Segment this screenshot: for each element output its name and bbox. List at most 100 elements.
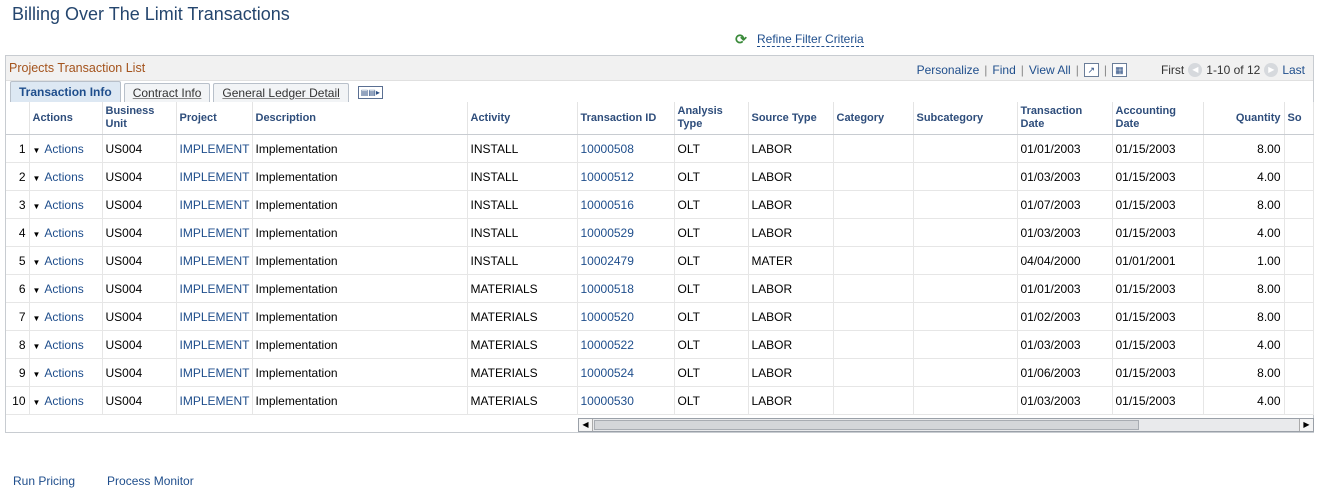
project-link[interactable]: IMPLEMENT [176,162,253,191]
row-actions-menu-text[interactable]: Actions [44,198,83,212]
row-actions-menu-text[interactable]: Actions [44,394,83,408]
row-actions-menu-text[interactable]: Actions [44,142,83,156]
run-pricing-link[interactable]: Run Pricing [13,474,75,488]
project-link-text[interactable]: IMPLEMENT [180,394,250,408]
transaction-id-link[interactable]: 10000512 [577,162,675,191]
scroll-right-icon[interactable]: ▶ [1299,419,1313,431]
process-monitor-link[interactable]: Process Monitor [107,474,194,488]
dropdown-caret-icon[interactable]: ▼ [33,258,41,267]
transaction-id-link-text[interactable]: 10000529 [581,226,634,240]
row-actions-menu-text[interactable]: Actions [44,282,83,296]
row-actions-menu[interactable]: ▼ Actions [29,134,103,163]
new-window-icon[interactable]: ↗ [1083,63,1099,77]
dropdown-caret-icon[interactable]: ▼ [33,286,41,295]
dropdown-caret-icon[interactable]: ▼ [33,174,41,183]
col-header-accounting-date[interactable]: Accounting Date [1112,102,1204,135]
dropdown-caret-icon[interactable]: ▼ [33,230,41,239]
row-actions-menu[interactable]: ▼ Actions [29,218,103,247]
transaction-id-link[interactable]: 10000522 [577,330,675,359]
col-header-transaction-id[interactable]: Transaction ID [577,102,675,135]
row-actions-menu[interactable]: ▼ Actions [29,330,103,359]
last-link[interactable]: Last [1282,63,1305,77]
project-link-text[interactable]: IMPLEMENT [180,198,250,212]
col-header-category[interactable]: Category [833,102,914,135]
tab-transaction-info[interactable]: Transaction Info [10,81,121,102]
project-link-text[interactable]: IMPLEMENT [180,226,250,240]
col-header-activity[interactable]: Activity [467,102,578,135]
tab-contract-info[interactable]: Contract Info [123,83,211,102]
row-actions-menu[interactable]: ▼ Actions [29,190,103,219]
row-actions-menu[interactable]: ▼ Actions [29,358,103,387]
project-link[interactable]: IMPLEMENT [176,330,253,359]
find-link[interactable]: Find [992,63,1015,77]
dropdown-caret-icon[interactable]: ▼ [33,342,41,351]
refine-filter-link[interactable]: Refine Filter Criteria [757,32,864,47]
dropdown-caret-icon[interactable]: ▼ [33,370,41,379]
dropdown-caret-icon[interactable]: ▼ [33,398,41,407]
row-actions-menu-text[interactable]: Actions [44,338,83,352]
project-link-text[interactable]: IMPLEMENT [180,366,250,380]
horizontal-scrollbar[interactable]: ◀ ▶ [578,418,1314,432]
transaction-id-link-text[interactable]: 10000530 [581,394,634,408]
prev-icon[interactable]: ◀ [1188,63,1203,77]
transaction-id-link-text[interactable]: 10000522 [581,338,634,352]
project-link-text[interactable]: IMPLEMENT [180,254,250,268]
row-actions-menu-text[interactable]: Actions [44,226,83,240]
col-header-source-type[interactable]: Source Type [748,102,834,135]
row-actions-menu-text[interactable]: Actions [44,366,83,380]
personalize-link[interactable]: Personalize [917,63,980,77]
col-header-description[interactable]: Description [252,102,468,135]
transaction-id-link-text[interactable]: 10000524 [581,366,634,380]
transaction-id-link[interactable]: 10000518 [577,274,675,303]
col-header-business-unit[interactable]: Business Unit [102,102,177,135]
project-link-text[interactable]: IMPLEMENT [180,170,250,184]
col-header-transaction-date[interactable]: Transaction Date [1017,102,1113,135]
transaction-id-link-text[interactable]: 10000520 [581,310,634,324]
transaction-id-link-text[interactable]: 10000512 [581,170,634,184]
row-actions-menu[interactable]: ▼ Actions [29,246,103,275]
transaction-id-link-text[interactable]: 10000516 [581,198,634,212]
project-link[interactable]: IMPLEMENT [176,134,253,163]
transaction-id-link[interactable]: 10000524 [577,358,675,387]
project-link-text[interactable]: IMPLEMENT [180,142,250,156]
project-link-text[interactable]: IMPLEMENT [180,282,250,296]
row-actions-menu-text[interactable]: Actions [44,170,83,184]
col-header-quantity[interactable]: Quantity [1203,102,1285,135]
transaction-id-link[interactable]: 10002479 [577,246,675,275]
dropdown-caret-icon[interactable]: ▼ [33,202,41,211]
row-actions-menu[interactable]: ▼ Actions [29,274,103,303]
row-actions-menu-text[interactable]: Actions [44,310,83,324]
project-link[interactable]: IMPLEMENT [176,358,253,387]
view-all-link[interactable]: View All [1029,63,1071,77]
transaction-id-link-text[interactable]: 10000508 [581,142,634,156]
download-grid-icon[interactable]: ▦ [1111,63,1127,77]
col-header-source[interactable]: So [1284,102,1314,135]
row-actions-menu[interactable]: ▼ Actions [29,302,103,331]
project-link[interactable]: IMPLEMENT [176,302,253,331]
tab-general-ledger-detail[interactable]: General Ledger Detail [213,83,349,102]
transaction-id-link-text[interactable]: 10002479 [581,254,634,268]
col-header-subcategory[interactable]: Subcategory [913,102,1018,135]
scroll-left-icon[interactable]: ◀ [579,419,593,431]
dropdown-caret-icon[interactable]: ▼ [33,314,41,323]
col-header-project[interactable]: Project [176,102,253,135]
transaction-id-link[interactable]: 10000529 [577,218,675,247]
project-link[interactable]: IMPLEMENT [176,274,253,303]
refine-filter[interactable]: ⟳ Refine Filter Criteria [733,31,864,48]
col-header-analysis-type[interactable]: Analysis Type [674,102,749,135]
row-actions-menu-text[interactable]: Actions [44,254,83,268]
transaction-id-link[interactable]: 10000520 [577,302,675,331]
project-link-text[interactable]: IMPLEMENT [180,338,250,352]
row-actions-menu[interactable]: ▼ Actions [29,386,103,415]
next-icon[interactable]: ▶ [1264,63,1279,77]
project-link[interactable]: IMPLEMENT [176,386,253,415]
project-link-text[interactable]: IMPLEMENT [180,310,250,324]
transaction-id-link[interactable]: 10000530 [577,386,675,415]
project-link[interactable]: IMPLEMENT [176,246,253,275]
scroll-thumb[interactable] [594,420,1139,430]
transaction-id-link[interactable]: 10000508 [577,134,675,163]
show-all-columns-icon[interactable]: ▤▤▸ [357,86,383,99]
dropdown-caret-icon[interactable]: ▼ [33,146,41,155]
project-link[interactable]: IMPLEMENT [176,190,253,219]
project-link[interactable]: IMPLEMENT [176,218,253,247]
